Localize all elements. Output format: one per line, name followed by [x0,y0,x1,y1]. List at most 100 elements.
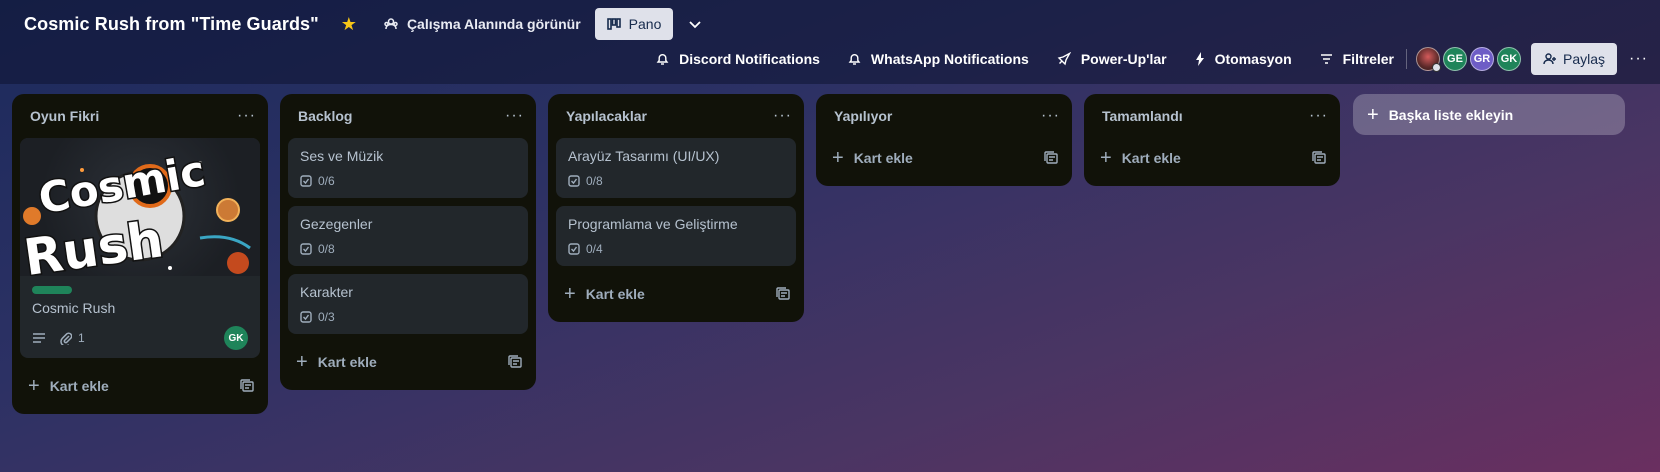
card-label-green[interactable] [32,286,72,294]
add-card-button[interactable]: + Kart ekle [1084,138,1340,178]
add-card-label: Kart ekle [317,354,377,370]
add-card-label: Kart ekle [1121,150,1181,166]
checklist-icon [300,311,312,323]
plus-icon: + [832,147,844,169]
card-ses-ve-muzik[interactable]: Ses ve Müzik 0/6 [288,138,528,198]
checklist-count: 0/6 [318,174,335,188]
list-header: Yapılacaklar ··· [548,94,804,138]
create-from-template-icon[interactable] [776,287,790,301]
card-body: Cosmic Rush 1 GK [20,276,260,358]
card-title: Arayüz Tasarımı (UI/UX) [568,148,720,164]
power-ups-button[interactable]: Power-Up'lar [1057,51,1167,67]
card-badges: 1 [32,331,85,345]
workspace-visibility-icon [384,18,398,30]
list-title[interactable]: Yapılıyor [834,108,892,124]
list-yapilacaklar: Yapılacaklar ··· Arayüz Tasarımı (UI/UX)… [548,94,804,322]
add-card-label: Kart ekle [853,150,913,166]
add-member-icon [1543,53,1556,65]
card-title: Cosmic Rush [32,300,116,316]
automation-button[interactable]: Otomasyon [1195,51,1292,67]
card-footer: 1 GK [32,326,248,350]
filter-icon [1320,54,1332,64]
plus-icon: + [564,283,576,305]
list-title[interactable]: Oyun Fikri [30,108,99,124]
visibility-button[interactable]: Çalışma Alanında görünür [383,16,581,32]
card-gezegenler[interactable]: Gezegenler 0/8 [288,206,528,266]
create-from-template-icon[interactable] [508,355,522,369]
checklist-badge: 0/4 [568,242,784,256]
avatar-gk[interactable]: GK [1496,47,1521,71]
discord-notifications-label: Discord Notifications [679,51,820,67]
bell-icon [848,54,861,65]
list-menu-icon[interactable]: ··· [505,107,524,125]
visibility-label: Çalışma Alanında görünür [406,16,581,32]
create-from-template-icon[interactable] [240,379,254,393]
more-options-icon[interactable]: ··· [1629,50,1648,68]
avatar-ge[interactable]: GE [1442,47,1467,71]
list-menu-icon[interactable]: ··· [237,107,256,125]
checklist-icon [568,175,580,187]
board-members: GE GR GK [1413,47,1521,72]
add-card-button[interactable]: + Kart ekle [548,274,804,314]
board-view-label: Pano [628,16,662,32]
add-list-label: Başka liste ekleyin [1388,106,1514,123]
checklist-badge: 0/8 [568,174,784,188]
board-view-button[interactable]: Pano [594,8,674,40]
card-arayuz-tasarimi[interactable]: Arayüz Tasarımı (UI/UX) 0/8 [556,138,796,198]
list-menu-icon[interactable]: ··· [1309,107,1328,125]
plus-icon: + [296,351,308,373]
add-card-button[interactable]: + Kart ekle [280,342,536,382]
attachment-icon [60,332,72,345]
checklist-count: 0/3 [318,310,335,324]
attachment-count: 1 [78,331,85,345]
add-card-button[interactable]: + Kart ekle [816,138,1072,178]
whatsapp-notifications-button[interactable]: WhatsApp Notifications [848,51,1029,67]
add-card-label: Kart ekle [585,286,645,302]
list-menu-icon[interactable]: ··· [1041,107,1060,125]
plus-icon: + [1100,147,1112,169]
list-menu-icon[interactable]: ··· [773,107,792,125]
board-header-main: Cosmic Rush from "Time Guards" ★ Çalışma… [24,8,703,40]
board-header-actions: Discord Notifications WhatsApp Notificat… [656,43,1648,75]
checklist-icon [300,175,312,187]
card-programlama[interactable]: Programlama ve Geliştirme 0/4 [556,206,796,266]
rocket-icon [1057,52,1071,66]
board-title[interactable]: Cosmic Rush from "Time Guards" [24,14,319,35]
checklist-count: 0/8 [586,174,603,188]
checklist-badge: 0/3 [300,310,516,324]
power-ups-label: Power-Up'lar [1080,51,1167,67]
cosmic-rush-cover-art: Cosmic Rush [20,144,251,276]
filters-button[interactable]: Filtreler [1320,51,1394,67]
chevron-down-icon[interactable] [687,16,703,32]
card-cosmic-rush[interactable]: Cosmic Rush Cosmic Rush 1 GK [20,138,260,358]
list-header: Oyun Fikri ··· [12,94,268,138]
star-icon[interactable]: ★ [341,14,357,35]
create-from-template-icon[interactable] [1312,151,1326,165]
list-title[interactable]: Yapılacaklar [566,108,647,124]
automation-label: Otomasyon [1214,51,1292,67]
list-title[interactable]: Backlog [298,108,352,124]
avatar[interactable] [1415,47,1441,72]
card-title: Ses ve Müzik [300,148,384,164]
add-card-button[interactable]: + Kart ekle [12,366,268,406]
discord-notifications-button[interactable]: Discord Notifications [656,51,820,67]
plus-icon: + [1367,103,1379,126]
list-title[interactable]: Tamamlandı [1102,108,1183,124]
filters-label: Filtreler [1342,51,1394,67]
whatsapp-notifications-label: WhatsApp Notifications [870,51,1029,67]
card-cover-image: Cosmic Rush [20,138,260,276]
card-title: Programlama ve Geliştirme [568,216,738,232]
card-karakter[interactable]: Karakter 0/3 [288,274,528,334]
create-from-template-icon[interactable] [1044,151,1058,165]
header-divider [1405,49,1407,69]
avatar-gr[interactable]: GR [1469,47,1494,71]
list-oyun-fikri: Oyun Fikri ··· Cosmic Rush Cosmic Rush 1… [12,94,268,414]
card-title: Gezegenler [300,216,373,232]
add-list-button[interactable]: + Başka liste ekleyin [1353,94,1625,135]
card-member-avatar[interactable]: GK [224,326,248,350]
share-button[interactable]: Paylaş [1530,43,1618,75]
checklist-badge: 0/6 [300,174,516,188]
board-header: Cosmic Rush from "Time Guards" ★ Çalışma… [0,0,1660,84]
checklist-icon [568,243,580,255]
checklist-icon [300,243,312,255]
